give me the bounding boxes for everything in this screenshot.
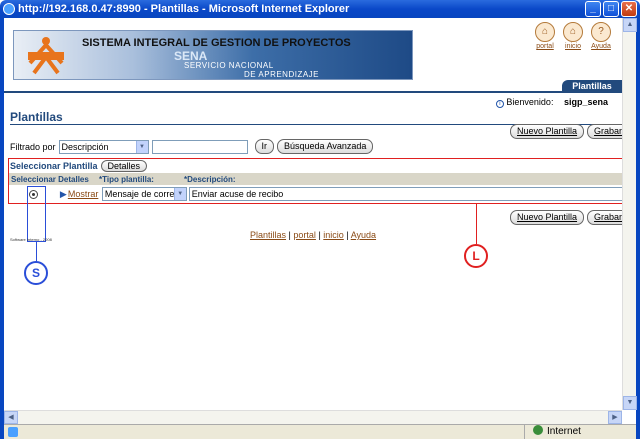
chevron-down-icon[interactable]: ▼ — [135, 140, 148, 153]
callout-l: L — [464, 244, 488, 268]
save-button[interactable]: Grabar — [587, 124, 622, 139]
welcome-user: sigp_sena — [563, 97, 608, 107]
footer-link-ayuda[interactable]: Ayuda — [351, 230, 376, 240]
welcome-info: i Bienvenido: sigp_sena — [495, 97, 608, 108]
window-titlebar: http://192.168.0.47:8990 - Plantillas - … — [0, 0, 640, 18]
filter-input[interactable] — [151, 139, 248, 154]
page-title: Plantillas — [10, 110, 63, 124]
browser-icon — [3, 3, 15, 15]
aprendizaje-text: DE APRENDIZAJE — [244, 70, 320, 79]
zone-label: Internet — [547, 426, 581, 437]
annotation-line-l — [476, 204, 477, 244]
bottom-button-row: Nuevo Plantilla Grabar — [510, 210, 622, 225]
annotation-line-s — [36, 242, 37, 262]
scroll-up-icon[interactable]: ▲ — [623, 18, 637, 32]
copyright-text: Software Interno - 2008 — [10, 237, 52, 242]
horizontal-scrollbar[interactable]: ◀ ▶ — [4, 410, 622, 424]
advanced-search-button[interactable]: Búsqueda Avanzada — [277, 139, 374, 154]
scroll-right-icon[interactable]: ▶ — [608, 411, 622, 424]
status-bar: Internet — [4, 424, 636, 439]
page-status-icon — [8, 427, 18, 437]
globe-icon — [533, 425, 543, 435]
security-zone: Internet — [524, 425, 636, 439]
top-button-row: Nuevo Plantilla Grabar — [510, 124, 622, 139]
footer-link-portal[interactable]: portal — [293, 230, 316, 240]
home-icon[interactable]: ⌂ — [535, 22, 555, 42]
filter-bar: Filtrado por Descripción ▼ Ir Búsqueda A… — [10, 139, 374, 154]
footer-separator: | — [318, 230, 321, 240]
filter-field-select[interactable]: Descripción ▼ — [58, 139, 149, 154]
window-controls: _ □ ✕ — [585, 1, 637, 17]
close-icon[interactable]: ✕ — [621, 1, 637, 17]
tab-bar-line — [4, 91, 622, 93]
top-link-inicio[interactable]: ⌂ inicio — [562, 22, 584, 50]
page-content: SISTEMA INTEGRAL DE GESTION DE PROYECTOS… — [4, 18, 622, 410]
footer-link-inicio[interactable]: inicio — [323, 230, 344, 240]
maximize-icon[interactable]: □ — [603, 1, 619, 17]
help-icon[interactable]: ? — [591, 22, 611, 42]
footer-links: Plantillas | portal | inicio | Ayuda — [250, 230, 376, 240]
annotation-box-s — [27, 186, 46, 242]
annotation-box-l — [8, 158, 622, 204]
start-icon[interactable]: ⌂ — [563, 22, 583, 42]
top-link-portal-label[interactable]: portal — [536, 43, 554, 50]
top-link-portal[interactable]: ⌂ portal — [534, 22, 556, 50]
top-link-ayuda-label[interactable]: Ayuda — [591, 43, 611, 50]
go-button[interactable]: Ir — [254, 139, 275, 154]
header-banner: SISTEMA INTEGRAL DE GESTION DE PROYECTOS… — [13, 30, 413, 80]
window-title: http://192.168.0.47:8990 - Plantillas - … — [18, 3, 350, 15]
info-icon: i — [495, 100, 504, 108]
sena-logo — [28, 37, 64, 75]
top-links: ⌂ portal ⌂ inicio ? Ayuda — [534, 22, 612, 50]
top-link-inicio-label[interactable]: inicio — [565, 43, 581, 50]
scroll-down-icon[interactable]: ▼ — [623, 396, 637, 410]
top-link-ayuda[interactable]: ? Ayuda — [590, 22, 612, 50]
scroll-left-icon[interactable]: ◀ — [4, 411, 18, 424]
minimize-icon[interactable]: _ — [585, 1, 601, 17]
servicio-nacional-text: SERVICIO NACIONAL — [184, 61, 274, 70]
callout-s: S — [24, 261, 48, 285]
filter-label: Filtrado por — [10, 141, 56, 152]
filter-field-value: Descripción — [61, 141, 109, 152]
save-button-bottom[interactable]: Grabar — [587, 210, 622, 225]
vertical-scrollbar[interactable]: ▲ ▼ — [622, 18, 637, 410]
window-frame-right — [636, 18, 640, 439]
footer-separator: | — [346, 230, 349, 240]
footer-separator: | — [288, 230, 291, 240]
footer-link-plantillas[interactable]: Plantillas — [250, 230, 286, 240]
welcome-label: Bienvenido: — [506, 97, 554, 107]
new-template-button-bottom[interactable]: Nuevo Plantilla — [510, 210, 585, 225]
system-title: SISTEMA INTEGRAL DE GESTION DE PROYECTOS — [82, 37, 351, 49]
new-template-button[interactable]: Nuevo Plantilla — [510, 124, 585, 139]
